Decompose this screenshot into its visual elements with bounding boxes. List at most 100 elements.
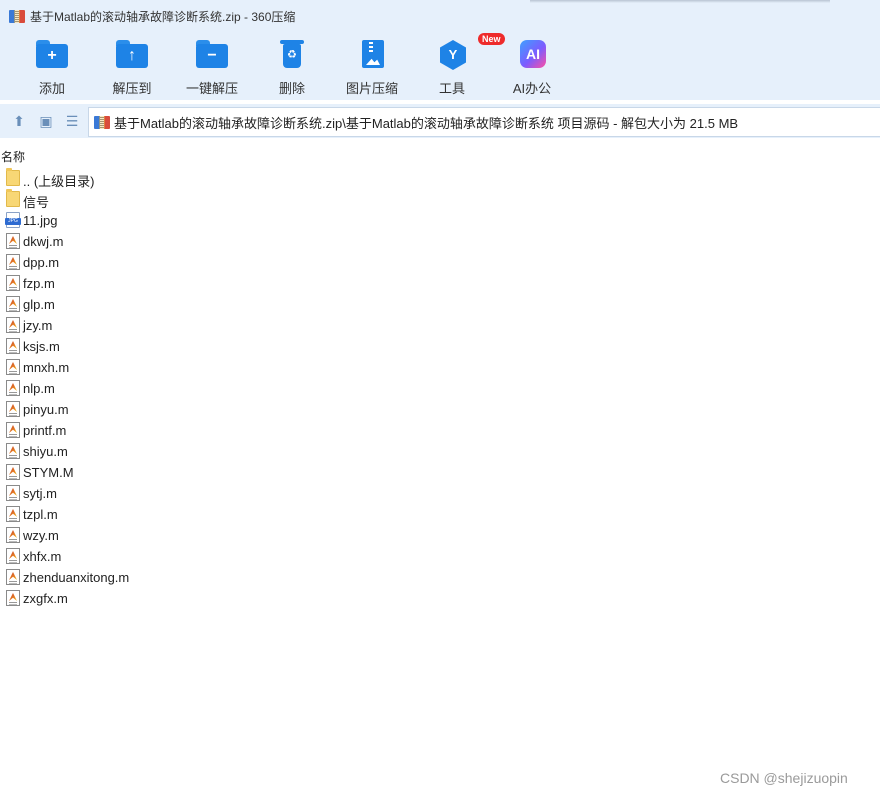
address-bar[interactable]: 基于Matlab的滚动轴承故障诊断系统.zip\基于Matlab的滚动轴承故障诊… <box>88 107 880 137</box>
extract-to-button[interactable]: ↑ 解压到 <box>92 40 172 98</box>
image-compress-button-label: 图片压缩 <box>345 81 398 96</box>
file-name: STYM.M <box>23 465 74 480</box>
file-name: .. (上级目录) <box>23 174 95 189</box>
file-name: zhenduanxitong.m <box>23 570 130 585</box>
image-file-icon <box>5 212 21 228</box>
file-name: nlp.m <box>23 381 55 396</box>
thumbnail-view-icon[interactable]: ▣ <box>37 112 55 130</box>
delete-button-label: 删除 <box>278 81 305 96</box>
file-name: zxgfx.m <box>23 591 68 606</box>
file-list-row[interactable]: mnxh.m <box>0 357 880 378</box>
matlab-file-icon <box>6 401 20 417</box>
file-list-row[interactable]: sytj.m <box>0 483 880 504</box>
file-list-row[interactable]: zhenduanxitong.m <box>0 567 880 588</box>
file-list-row[interactable]: zxgfx.m <box>0 588 880 609</box>
file-name: ksjs.m <box>23 339 60 354</box>
file-name: shiyu.m <box>23 444 68 459</box>
file-list-row[interactable]: printf.m <box>0 420 880 441</box>
file-name: tzpl.m <box>23 507 58 522</box>
file-list-row[interactable]: tzpl.m <box>0 504 880 525</box>
one-click-extract-icon: − <box>196 40 228 70</box>
matlab-file-icon <box>6 317 20 333</box>
file-name: dpp.m <box>23 255 60 270</box>
file-list-row[interactable]: dpp.m <box>0 252 880 273</box>
matlab-file-icon <box>6 485 20 501</box>
file-list-row[interactable]: 11.jpg <box>0 210 880 231</box>
add-folder-icon: + <box>36 40 68 70</box>
folder-icon <box>6 168 20 186</box>
file-list-row[interactable]: wzy.m <box>0 525 880 546</box>
column-header-label: 名称 <box>1 150 26 164</box>
matlab-file-icon <box>6 254 20 270</box>
file-name: fzp.m <box>23 276 55 291</box>
matlab-file-icon <box>6 275 20 291</box>
file-list-row[interactable]: dkwj.m <box>0 231 880 252</box>
file-list: .. (上级目录) 信号 11.jpg dkwj.m dpp.m fzp.m glp.m jz… <box>0 168 880 609</box>
window-title: 基于Matlab的滚动轴承故障诊断系统.zip - 360压缩 <box>30 9 296 24</box>
matlab-file-icon <box>6 296 20 312</box>
add-button[interactable]: + 添加 <box>12 40 92 98</box>
matlab-file-icon <box>6 569 20 585</box>
matlab-file-icon <box>6 380 20 396</box>
file-list-row[interactable]: STYM.M <box>0 462 880 483</box>
file-list-row[interactable]: .. (上级目录) <box>0 168 880 189</box>
archive-icon <box>94 115 110 129</box>
file-name: pinyu.m <box>23 402 69 417</box>
up-arrow-icon[interactable]: ⬆ <box>10 112 28 130</box>
file-list-row[interactable]: xhfx.m <box>0 546 880 567</box>
file-name: xhfx.m <box>23 549 62 564</box>
file-name: jzy.m <box>23 318 53 333</box>
file-list-row[interactable]: glp.m <box>0 294 880 315</box>
file-name: dkwj.m <box>23 234 64 249</box>
ai-office-button-label: AI办公 <box>512 81 552 96</box>
address-path: 基于Matlab的滚动轴承故障诊断系统.zip\基于Matlab的滚动轴承故障诊… <box>114 115 739 131</box>
image-compress-icon <box>356 40 388 70</box>
extract-to-icon: ↑ <box>116 40 148 70</box>
ai-office-icon-glyph: AI <box>520 40 546 68</box>
image-compress-button[interactable]: 图片压缩 <box>332 40 412 98</box>
delete-button[interactable]: ♻ 删除 <box>252 40 332 98</box>
one-click-extract-button[interactable]: − 一键解压 <box>172 40 252 98</box>
file-list-row[interactable]: fzp.m <box>0 273 880 294</box>
column-header-name[interactable]: 名称 <box>0 146 880 164</box>
file-list-row[interactable]: jzy.m <box>0 315 880 336</box>
folder-icon <box>6 189 20 207</box>
list-view-icon[interactable]: ☰ <box>63 112 81 130</box>
file-name: glp.m <box>23 297 55 312</box>
title-bar: 基于Matlab的滚动轴承故障诊断系统.zip - 360压缩 <box>0 0 880 32</box>
matlab-file-icon <box>6 590 20 606</box>
ai-office-icon: AI <box>516 40 548 70</box>
matlab-file-icon <box>6 443 20 459</box>
file-list-row[interactable]: 信号 <box>0 189 880 210</box>
matlab-file-icon <box>6 359 20 375</box>
watermark: CSDN @shejizuopin <box>720 770 848 786</box>
file-list-row[interactable]: ksjs.m <box>0 336 880 357</box>
file-name: 11.jpg <box>23 213 58 228</box>
matlab-file-icon <box>6 233 20 249</box>
matlab-file-icon <box>6 527 20 543</box>
file-name: sytj.m <box>23 486 57 501</box>
extract-to-button-label: 解压到 <box>112 81 152 96</box>
one-click-extract-button-label: 一键解压 <box>185 81 238 96</box>
ai-office-button[interactable]: AI AI办公 <box>492 40 572 98</box>
archive-icon <box>9 9 25 23</box>
file-name: printf.m <box>23 423 67 438</box>
file-list-row[interactable]: shiyu.m <box>0 441 880 462</box>
address-row: ⬆ ▣ ☰ 基于Matlab的滚动轴承故障诊断系统.zip\基于Matlab的滚… <box>0 104 880 138</box>
matlab-file-icon <box>6 338 20 354</box>
matlab-file-icon <box>6 422 20 438</box>
file-name: wzy.m <box>23 528 59 543</box>
file-name: 信号 <box>23 195 50 210</box>
matlab-file-icon <box>6 548 20 564</box>
trash-icon: ♻ <box>276 40 308 70</box>
file-list-row[interactable]: nlp.m <box>0 378 880 399</box>
tools-icon: Y New <box>436 33 505 70</box>
tools-button[interactable]: Y New 工具 <box>412 33 505 98</box>
file-list-row[interactable]: pinyu.m <box>0 399 880 420</box>
add-button-label: 添加 <box>38 81 65 96</box>
matlab-file-icon <box>6 506 20 522</box>
toolbar: + 添加 ↑ 解压到 − 一键解压 ♻ 删除 图片压缩 Y New 工具 AI … <box>0 32 880 100</box>
tools-button-label: 工具 <box>438 81 465 96</box>
file-name: mnxh.m <box>23 360 70 375</box>
title-bar-shadow <box>530 0 830 3</box>
